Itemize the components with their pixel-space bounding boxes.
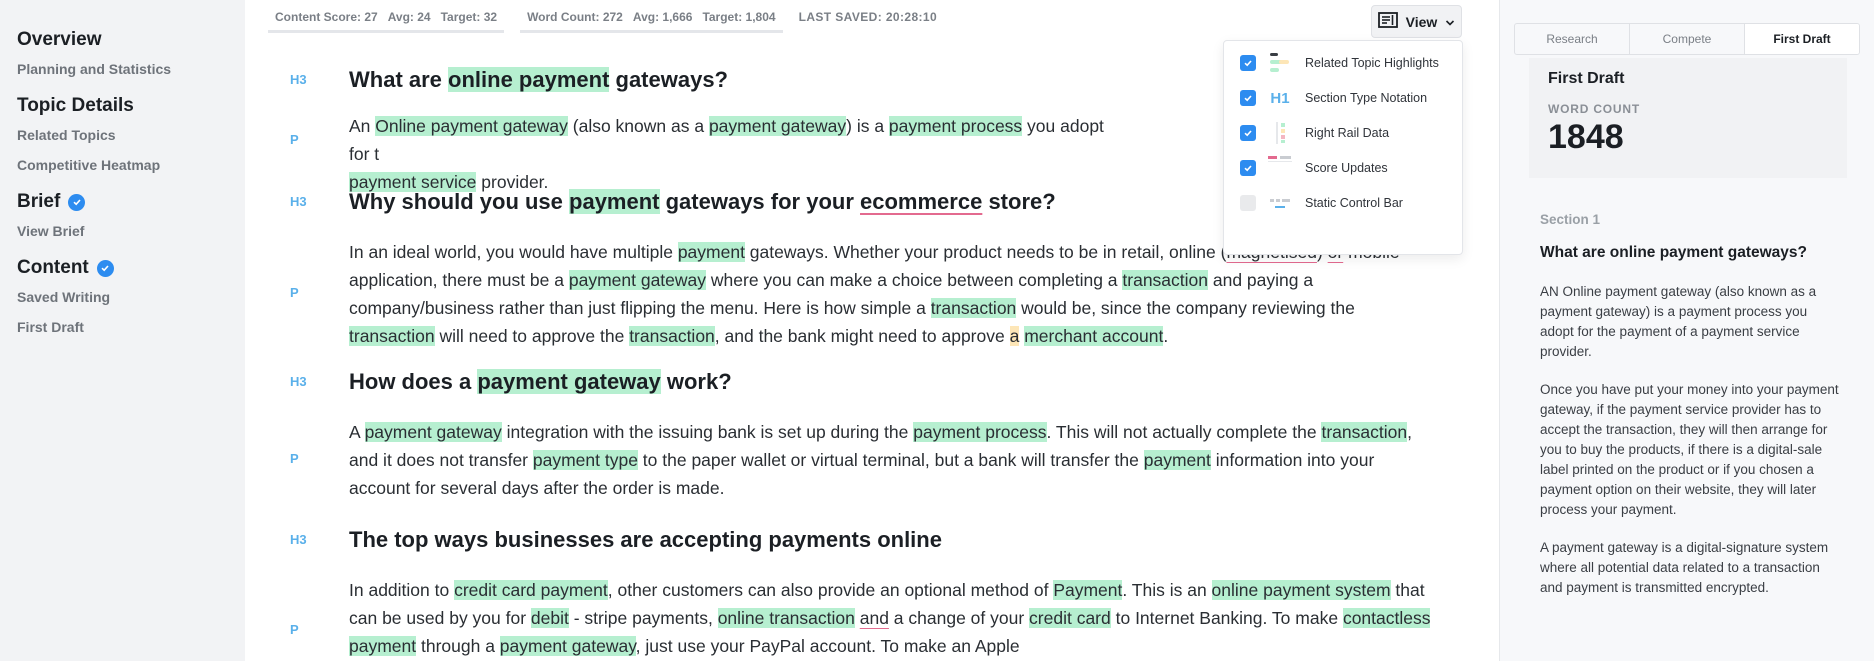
tag-p: P: [290, 451, 299, 466]
heading-text: What are online payment gateways?: [349, 67, 728, 92]
nav-competitive-heatmap[interactable]: Competitive Heatmap: [17, 150, 245, 180]
tag-h3: H3: [290, 72, 307, 87]
heading-text: How does a payment gateway work?: [349, 369, 732, 394]
section-paragraph: A payment gateway is a digital-signature…: [1540, 540, 1829, 595]
section-heading-3[interactable]: H3 How does a payment gateway work?: [290, 366, 1440, 410]
topic-highlight: online payment: [448, 67, 610, 92]
view-label: View: [1405, 13, 1438, 30]
menu-label: Related Topic Highlights: [1305, 56, 1439, 70]
paragraph-text: In an ideal world, you would have multip…: [349, 242, 1400, 346]
menu-label: Static Control Bar: [1305, 196, 1403, 210]
content-score: Content Score: 27: [275, 10, 378, 24]
checkbox-checked[interactable]: [1240, 125, 1256, 141]
paragraph-2[interactable]: P In an ideal world, you would have mult…: [290, 238, 1440, 356]
nav-brief-label: Brief: [17, 191, 61, 212]
menu-section-type-notation[interactable]: H1 Section Type Notation: [1240, 88, 1427, 108]
nav-saved-writing[interactable]: Saved Writing: [17, 282, 245, 312]
paragraph-text: A payment gateway integration with the i…: [349, 422, 1412, 498]
checkbox-unchecked[interactable]: [1240, 195, 1256, 211]
section-label: Section 1: [1540, 212, 1601, 227]
checkbox-checked[interactable]: [1240, 55, 1256, 71]
paragraph-3[interactable]: P A payment gateway integration with the…: [290, 418, 1440, 514]
nav-overview[interactable]: Overview: [17, 26, 245, 54]
word-count-label: WORD COUNT: [1548, 102, 1640, 116]
menu-score-updates[interactable]: Score Updates: [1240, 155, 1388, 181]
nav-content-label: Content: [17, 257, 89, 278]
word-count-card: First Draft WORD COUNT 1848: [1529, 58, 1847, 178]
topic-highlights-icon: [1267, 50, 1293, 76]
paragraph-text: An Online payment gateway (also known as…: [349, 116, 1104, 192]
heading-notation-icon: H1: [1270, 89, 1290, 107]
draft-section: Section 1 What are online payment gatewa…: [1540, 212, 1840, 598]
tag-p: P: [290, 285, 299, 300]
menu-label: Right Rail Data: [1305, 126, 1390, 140]
tag-h3: H3: [290, 194, 307, 209]
word-count-target: Target: 1,804: [702, 10, 776, 24]
nav-related-topics[interactable]: Related Topics: [17, 120, 245, 150]
section-paragraph: AN Online payment gateway (also known as…: [1540, 284, 1817, 359]
content-score-target: Target: 32: [440, 10, 498, 24]
nav-planning-statistics[interactable]: Planning and Statistics: [17, 54, 245, 84]
last-saved: LAST SAVED: 20:28:10: [798, 10, 938, 24]
menu-label: Score Updates: [1305, 161, 1388, 175]
nav-topic-details-label: Topic Details: [17, 95, 134, 116]
nav-view-brief[interactable]: View Brief: [17, 216, 245, 246]
section-paragraph: Once you have put your money into your p…: [1540, 382, 1839, 517]
word-count-summary: Word Count: 272 Avg: 1,666 Target: 1,804: [520, 4, 783, 33]
heading-text: Why should you use payment gateways for …: [349, 189, 1056, 214]
word-count: Word Count: 272: [527, 10, 623, 24]
menu-right-rail-data[interactable]: Right Rail Data: [1240, 120, 1390, 146]
layout-icon: [1377, 12, 1398, 31]
checkbox-checked[interactable]: [1240, 90, 1256, 106]
view-dropdown-button[interactable]: View: [1371, 5, 1462, 38]
tab-research[interactable]: Research: [1515, 24, 1630, 54]
nav-brief[interactable]: Brief: [17, 188, 245, 216]
content-score-avg: Avg: 24: [387, 10, 431, 24]
check-circle-icon: [96, 259, 114, 277]
section-heading-4[interactable]: H3 The top ways businesses are accepting…: [290, 524, 1440, 568]
paragraph-4[interactable]: P In addition to credit card payment, ot…: [290, 576, 1440, 661]
content-score-summary: Content Score: 27 Avg: 24 Target: 32: [268, 4, 505, 33]
checkbox-checked[interactable]: [1240, 160, 1256, 176]
card-title: First Draft: [1548, 70, 1625, 87]
nav-topic-details[interactable]: Topic Details: [17, 92, 245, 120]
right-rail-panel: Research Compete First Draft First Draft…: [1499, 0, 1874, 661]
tag-p: P: [290, 622, 299, 637]
score-updates-icon: [1267, 155, 1293, 181]
menu-related-topic-highlights[interactable]: Related Topic Highlights: [1240, 53, 1439, 73]
word-count-avg: Avg: 1,666: [632, 10, 693, 24]
menu-label: Section Type Notation: [1305, 91, 1428, 105]
tag-h3: H3: [290, 532, 307, 547]
nav-content[interactable]: Content: [17, 254, 245, 282]
tag-p: P: [290, 132, 299, 147]
section-heading: What are online payment gateways?: [1540, 244, 1808, 261]
heading-text: The top ways businesses are accepting pa…: [349, 527, 942, 552]
tab-compete[interactable]: Compete: [1630, 24, 1745, 54]
menu-static-control-bar[interactable]: Static Control Bar: [1240, 193, 1403, 213]
score-bar: Content Score: 27 Avg: 24 Target: 32 Wor…: [268, 0, 937, 34]
nav-first-draft[interactable]: First Draft: [17, 312, 245, 342]
tag-h3: H3: [290, 374, 307, 389]
view-options-menu: Related Topic Highlights H1 Section Type…: [1223, 40, 1463, 255]
control-bar-icon: [1267, 190, 1293, 216]
left-sidebar: Overview Planning and Statistics Topic D…: [0, 0, 245, 661]
right-rail-tabs: Research Compete First Draft: [1514, 23, 1860, 55]
tab-first-draft[interactable]: First Draft: [1745, 24, 1859, 54]
paragraph-text: In addition to credit card payment, othe…: [349, 580, 1431, 656]
right-rail-icon: [1267, 120, 1293, 146]
word-count-value: 1848: [1548, 118, 1624, 156]
check-circle-icon: [68, 193, 86, 211]
nav-overview-label: Overview: [17, 29, 102, 50]
chevron-down-icon: [1445, 14, 1455, 30]
